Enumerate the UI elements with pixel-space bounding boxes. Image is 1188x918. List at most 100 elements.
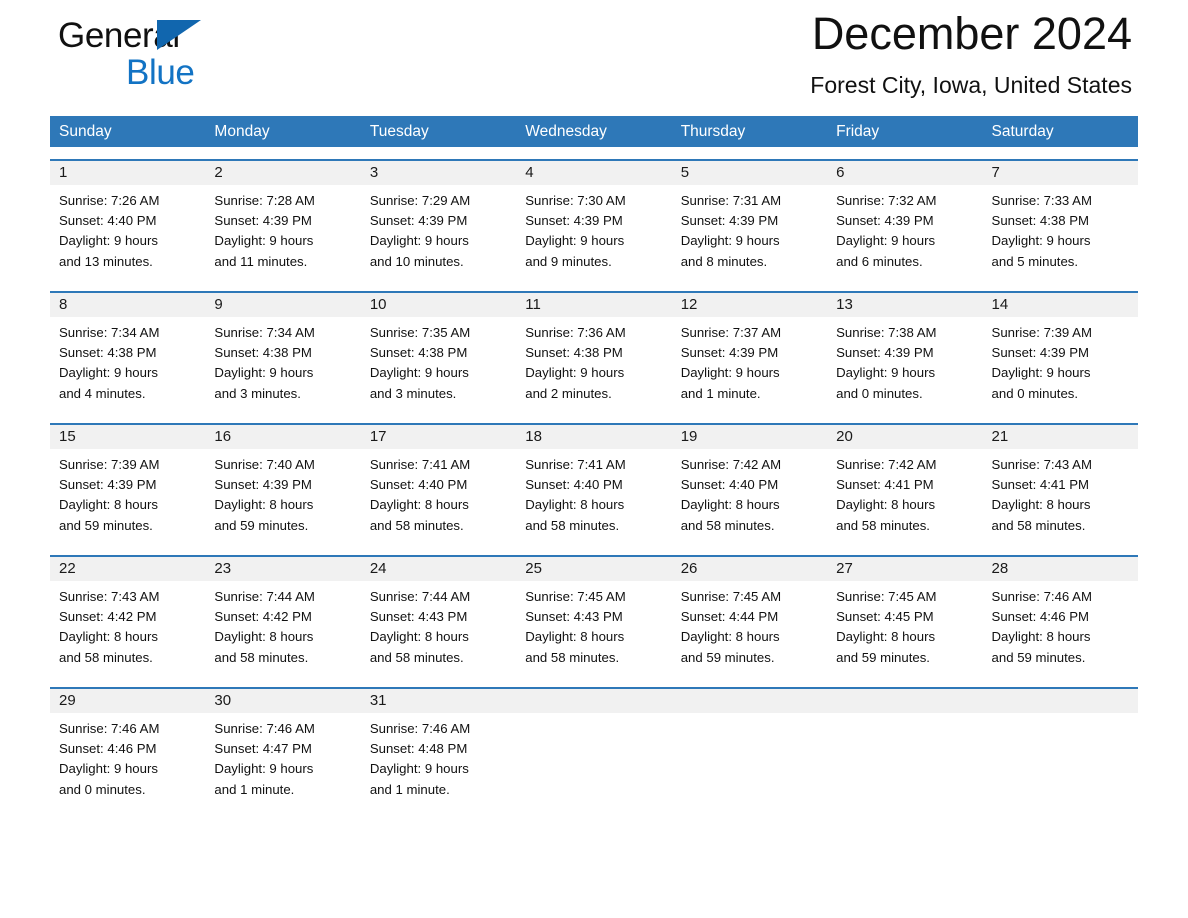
daylight-text-line2: and 1 minute. [214,781,295,797]
day-details: Sunrise: 7:37 AM Sunset: 4:39 PM Dayligh… [672,317,827,404]
day-cell[interactable]: 19 Sunrise: 7:42 AM Sunset: 4:40 PM Dayl… [671,425,828,543]
sunrise-text: Sunrise: 7:42 AM [680,457,782,472]
day-details: Sunrise: 7:44 AM Sunset: 4:43 PM Dayligh… [361,581,516,668]
daylight-text-line2: and 0 minutes. [59,781,146,797]
sunrise-text: Sunrise: 7:26 AM [59,193,160,208]
sunset-text: Sunset: 4:40 PM [59,213,157,229]
day-number: 10 [360,293,517,317]
day-cell[interactable]: 7 Sunrise: 7:33 AM Sunset: 4:38 PM Dayli… [982,161,1138,279]
day-cell[interactable]: 30 Sunrise: 7:46 AM Sunset: 4:47 PM Dayl… [205,689,361,807]
day-details: Sunrise: 7:30 AM Sunset: 4:39 PM Dayligh… [516,185,671,272]
day-cell[interactable]: 18 Sunrise: 7:41 AM Sunset: 4:40 PM Dayl… [516,425,672,543]
day-number: 5 [671,161,828,185]
daylight-text-line2: and 1 minute. [369,781,450,797]
daylight-text-line2: and 59 minutes. [680,649,775,665]
day-cell[interactable]: 10 Sunrise: 7:35 AM Sunset: 4:38 PM Dayl… [360,293,517,411]
sunrise-text: Sunrise: 7:39 AM [991,325,1092,340]
sunset-text: Sunset: 4:39 PM [214,213,312,229]
sunrise-text: Sunrise: 7:46 AM [214,721,315,736]
daylight-text-line2: and 58 minutes. [369,517,464,533]
day-details: Sunrise: 7:26 AM Sunset: 4:40 PM Dayligh… [50,185,205,272]
sunrise-text: Sunrise: 7:41 AM [369,457,471,472]
day-cell[interactable]: 9 Sunrise: 7:34 AM Sunset: 4:38 PM Dayli… [205,293,361,411]
sunset-text: Sunset: 4:39 PM [525,213,623,229]
day-cell[interactable]: 15 Sunrise: 7:39 AM Sunset: 4:39 PM Dayl… [50,425,206,543]
day-details: Sunrise: 7:42 AM Sunset: 4:41 PM Dayligh… [827,449,982,536]
day-cell[interactable]: 29 Sunrise: 7:46 AM Sunset: 4:46 PM Dayl… [50,689,206,807]
general-blue-logo[interactable]: General Blue [58,18,358,108]
day-number: 18 [516,425,672,449]
daylight-text-line1: Daylight: 9 hours [369,761,469,777]
calendar-week-row: 8 Sunrise: 7:34 AM Sunset: 4:38 PM Dayli… [50,291,1138,411]
day-number: 16 [205,425,361,449]
daylight-text-line2: and 59 minutes. [214,517,309,533]
day-details: Sunrise: 7:28 AM Sunset: 4:39 PM Dayligh… [205,185,360,272]
sunrise-text: Sunrise: 7:36 AM [525,325,626,340]
day-cell[interactable]: 14 Sunrise: 7:39 AM Sunset: 4:39 PM Dayl… [982,293,1138,411]
sunrise-text: Sunrise: 7:34 AM [59,325,160,340]
day-details: Sunrise: 7:43 AM Sunset: 4:41 PM Dayligh… [983,449,1138,536]
day-cell[interactable]: 3 Sunrise: 7:29 AM Sunset: 4:39 PM Dayli… [360,161,517,279]
weekday-header-monday: Monday [214,123,270,140]
day-cell[interactable]: 11 Sunrise: 7:36 AM Sunset: 4:38 PM Dayl… [516,293,672,411]
sunrise-text: Sunrise: 7:37 AM [680,325,782,340]
day-cell[interactable]: 26 Sunrise: 7:45 AM Sunset: 4:44 PM Dayl… [671,557,828,675]
sunset-text: Sunset: 4:38 PM [525,345,623,361]
daylight-text-line1: Daylight: 8 hours [525,497,625,513]
day-cell[interactable]: 28 Sunrise: 7:46 AM Sunset: 4:46 PM Dayl… [982,557,1138,675]
day-number [982,689,1138,713]
sunset-text: Sunset: 4:40 PM [680,477,779,493]
day-cell[interactable]: 16 Sunrise: 7:40 AM Sunset: 4:39 PM Dayl… [205,425,361,543]
day-number: 12 [671,293,828,317]
day-cell[interactable]: 24 Sunrise: 7:44 AM Sunset: 4:43 PM Dayl… [360,557,517,675]
weekday-header-row: Sunday Monday Tuesday Wednesday Thursday… [50,116,1138,147]
day-cell[interactable]: 21 Sunrise: 7:43 AM Sunset: 4:41 PM Dayl… [982,425,1138,543]
day-number: 17 [360,425,517,449]
day-cell[interactable]: 2 Sunrise: 7:28 AM Sunset: 4:39 PM Dayli… [205,161,361,279]
day-cell[interactable]: 22 Sunrise: 7:43 AM Sunset: 4:42 PM Dayl… [50,557,206,675]
daylight-text-line1: Daylight: 9 hours [214,761,314,777]
day-details: Sunrise: 7:43 AM Sunset: 4:42 PM Dayligh… [50,581,205,668]
day-details: Sunrise: 7:46 AM Sunset: 4:47 PM Dayligh… [205,713,360,800]
daylight-text-line2: and 58 minutes. [525,649,620,665]
daylight-text-line1: Daylight: 9 hours [525,365,625,381]
daylight-text-line1: Daylight: 9 hours [369,365,469,381]
day-number: 25 [516,557,672,581]
sunrise-text: Sunrise: 7:39 AM [59,457,160,472]
day-cell[interactable]: 1 Sunrise: 7:26 AM Sunset: 4:40 PM Dayli… [50,161,206,279]
sunset-text: Sunset: 4:39 PM [680,345,779,361]
day-number: 31 [360,689,517,713]
daylight-text-line1: Daylight: 9 hours [991,233,1091,249]
location-subtitle: Forest City, Iowa, United States [810,71,1132,98]
day-details: Sunrise: 7:45 AM Sunset: 4:44 PM Dayligh… [672,581,827,668]
day-number: 8 [50,293,206,317]
sunset-text: Sunset: 4:41 PM [991,477,1090,493]
day-cell-empty [827,689,983,807]
day-cell-empty [671,689,828,807]
day-cell[interactable]: 4 Sunrise: 7:30 AM Sunset: 4:39 PM Dayli… [516,161,672,279]
day-cell[interactable]: 12 Sunrise: 7:37 AM Sunset: 4:39 PM Dayl… [671,293,828,411]
day-cell[interactable]: 6 Sunrise: 7:32 AM Sunset: 4:39 PM Dayli… [827,161,983,279]
day-number: 24 [360,557,517,581]
sunrise-text: Sunrise: 7:35 AM [369,325,471,340]
day-cell[interactable]: 27 Sunrise: 7:45 AM Sunset: 4:45 PM Dayl… [827,557,983,675]
day-cell[interactable]: 8 Sunrise: 7:34 AM Sunset: 4:38 PM Dayli… [50,293,206,411]
day-cell[interactable]: 20 Sunrise: 7:42 AM Sunset: 4:41 PM Dayl… [827,425,983,543]
daylight-text-line2: and 10 minutes. [369,253,464,269]
weekday-header-thursday: Thursday [680,123,746,140]
day-number: 27 [827,557,983,581]
sunrise-text: Sunrise: 7:45 AM [680,589,782,604]
sunset-text: Sunset: 4:41 PM [836,477,934,493]
daylight-text-line1: Daylight: 8 hours [59,629,158,645]
sunrise-text: Sunrise: 7:46 AM [369,721,471,736]
sunset-text: Sunset: 4:38 PM [369,345,468,361]
day-cell[interactable]: 13 Sunrise: 7:38 AM Sunset: 4:39 PM Dayl… [827,293,983,411]
day-number: 22 [50,557,206,581]
day-cell[interactable]: 17 Sunrise: 7:41 AM Sunset: 4:40 PM Dayl… [360,425,517,543]
day-cell[interactable]: 5 Sunrise: 7:31 AM Sunset: 4:39 PM Dayli… [671,161,828,279]
day-details: Sunrise: 7:34 AM Sunset: 4:38 PM Dayligh… [205,317,360,404]
day-cell[interactable]: 31 Sunrise: 7:46 AM Sunset: 4:48 PM Dayl… [360,689,517,807]
daylight-text-line2: and 5 minutes. [991,253,1079,269]
day-cell[interactable]: 23 Sunrise: 7:44 AM Sunset: 4:42 PM Dayl… [205,557,361,675]
day-cell[interactable]: 25 Sunrise: 7:45 AM Sunset: 4:43 PM Dayl… [516,557,672,675]
